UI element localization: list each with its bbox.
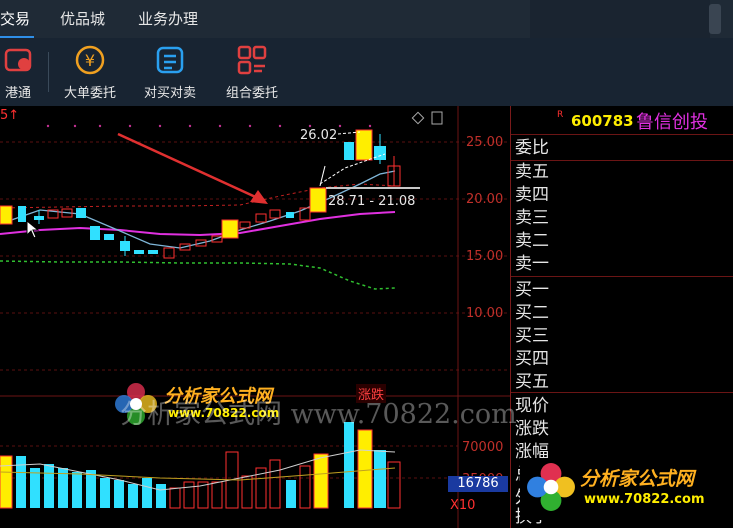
stock-code: 600783	[571, 112, 634, 130]
order-book-row[interactable]: 卖五	[511, 162, 733, 183]
flower-logo-icon	[527, 463, 575, 511]
marker-dots	[46, 124, 372, 128]
order-book-row[interactable]: 卖三	[511, 208, 733, 229]
y-tick: 15.00	[466, 249, 504, 264]
ma-magenta-line	[0, 211, 396, 237]
y-tick: 10.00	[466, 306, 504, 321]
volume-bars	[0, 422, 401, 509]
watermark-url-right: www.70822.com	[584, 492, 705, 507]
exchange-icon	[156, 46, 184, 74]
ma-green-line	[0, 260, 396, 290]
order-book-row[interactable]: 卖四	[511, 185, 733, 206]
titlebar-right	[530, 0, 710, 38]
svg-text:¥: ¥	[85, 51, 95, 70]
stock-name: 鲁信创投	[636, 112, 708, 133]
combo-order-button[interactable]: 组合委托	[212, 38, 292, 106]
toolbar-divider	[48, 52, 49, 92]
order-book-row[interactable]: 买一	[511, 280, 733, 301]
hk-connect-icon	[4, 48, 32, 72]
watermark-site-right: 分析家公式网	[580, 468, 695, 490]
ma-white-line	[0, 170, 396, 249]
window-icon	[431, 111, 443, 125]
high-annotation: 26.02	[300, 128, 338, 143]
order-book-row[interactable]: 买二	[511, 303, 733, 324]
toolbar: 港通 ¥ 大单委托 对买对卖 组合委托	[0, 38, 733, 106]
tab-business[interactable]: 业务办理	[138, 0, 198, 38]
diamond-icon	[411, 111, 425, 125]
cross-trade-label: 对买对卖	[143, 86, 196, 101]
y-tick: 20.00	[466, 192, 504, 207]
order-book-row[interactable]: 买五	[511, 372, 733, 393]
order-book-row: 涨跌	[515, 419, 549, 439]
big-order-label: 大单委托	[63, 86, 116, 101]
yuan-coin-icon: ¥	[75, 45, 105, 75]
vol-tick: 70000	[462, 440, 504, 455]
kline-chart[interactable]	[0, 106, 510, 528]
divider	[511, 134, 733, 135]
grid-order-icon	[237, 45, 267, 75]
range-annotation: 28.71 - 21.08	[328, 194, 416, 209]
divider	[511, 160, 733, 161]
vol-unit-label: X10	[450, 498, 476, 513]
mouse-cursor-icon	[26, 220, 40, 239]
tab-trade[interactable]: 交易	[0, 0, 30, 38]
corner-label: 5↑	[0, 108, 20, 123]
order-book-row[interactable]: 买三	[511, 326, 733, 347]
order-book-row[interactable]: 卖一	[511, 254, 733, 275]
big-order-button[interactable]: ¥ 大单委托	[50, 38, 130, 106]
cross-trade-button[interactable]: 对买对卖	[130, 38, 210, 106]
order-book-row[interactable]: 买四	[511, 349, 733, 370]
scrollbar-handle[interactable]	[709, 4, 721, 34]
watermark-overlay-text: 分析家公式网 www.70822.com	[120, 399, 517, 430]
order-book-row: 现价	[515, 396, 549, 416]
combo-order-label: 组合委托	[225, 86, 278, 101]
watermark-logo-right: 分析家公式网 www.70822.com	[520, 458, 730, 520]
annotation-arrow	[117, 132, 263, 202]
tab-youpin[interactable]: 优品城	[60, 0, 105, 38]
y-tick: 25.00	[466, 135, 504, 150]
vol-highlight-badge: 16786	[448, 476, 508, 492]
order-book-row[interactable]: 卖二	[511, 231, 733, 252]
stock-prefix: R	[557, 110, 564, 120]
order-book-row: 委比	[515, 138, 549, 158]
divider	[511, 276, 733, 277]
